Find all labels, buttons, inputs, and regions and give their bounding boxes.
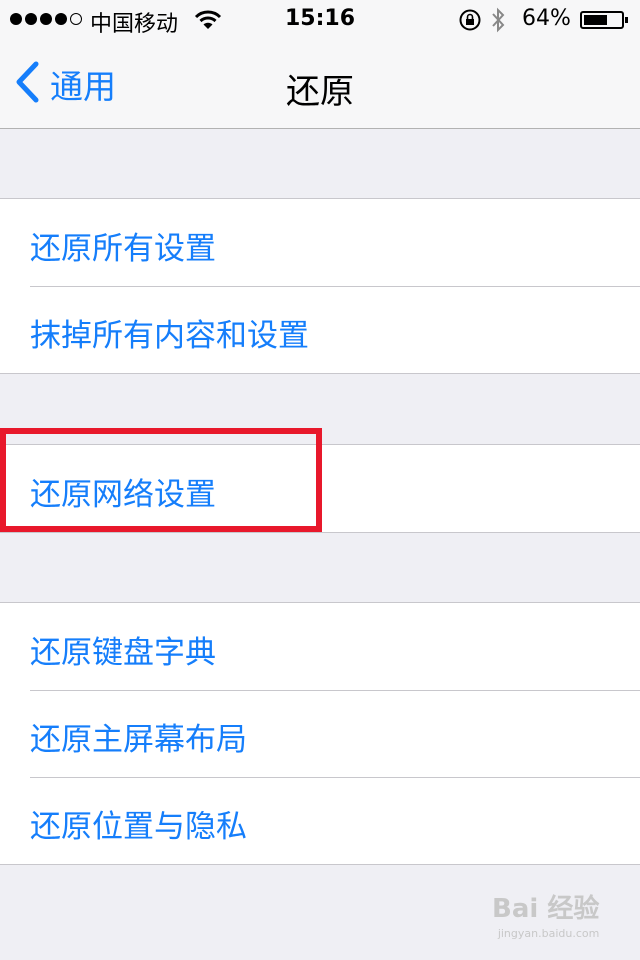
status-bar: 中国移动 15:16 64% xyxy=(0,0,640,40)
page-title: 还原 xyxy=(286,72,354,112)
watermark-url: jingyan.baidu.com xyxy=(497,927,600,940)
battery-nub xyxy=(625,17,628,23)
battery-icon xyxy=(580,11,628,29)
cell-label: 还原键盘字典 xyxy=(30,635,216,671)
reset-home-screen-layout-cell[interactable]: 还原主屏幕布局 xyxy=(0,690,640,777)
reset-group-other: 还原键盘字典 还原主屏幕布局 还原位置与隐私 xyxy=(0,602,640,865)
battery-percentage: 64% xyxy=(522,6,571,31)
watermark-logo: Bai 经验 xyxy=(492,894,600,924)
cell-label: 抹掉所有内容和设置 xyxy=(30,318,309,354)
reset-group-settings: 还原所有设置 抹掉所有内容和设置 xyxy=(0,198,640,374)
highlight-box xyxy=(0,428,322,532)
rotation-lock-icon xyxy=(458,8,482,38)
watermark: Bai 经验 jingyan.baidu.com xyxy=(492,888,599,940)
erase-all-content-cell[interactable]: 抹掉所有内容和设置 xyxy=(0,286,640,373)
bluetooth-icon xyxy=(490,6,506,40)
battery-fill xyxy=(584,15,607,25)
cell-label: 还原主屏幕布局 xyxy=(30,722,247,758)
cell-label: 还原所有设置 xyxy=(30,231,216,267)
cell-label: 还原位置与隐私 xyxy=(30,809,247,845)
navigation-bar: 通用 还原 xyxy=(0,40,640,129)
reset-location-privacy-cell[interactable]: 还原位置与隐私 xyxy=(0,777,640,864)
reset-all-settings-cell[interactable]: 还原所有设置 xyxy=(0,199,640,286)
reset-keyboard-dictionary-cell[interactable]: 还原键盘字典 xyxy=(0,603,640,690)
